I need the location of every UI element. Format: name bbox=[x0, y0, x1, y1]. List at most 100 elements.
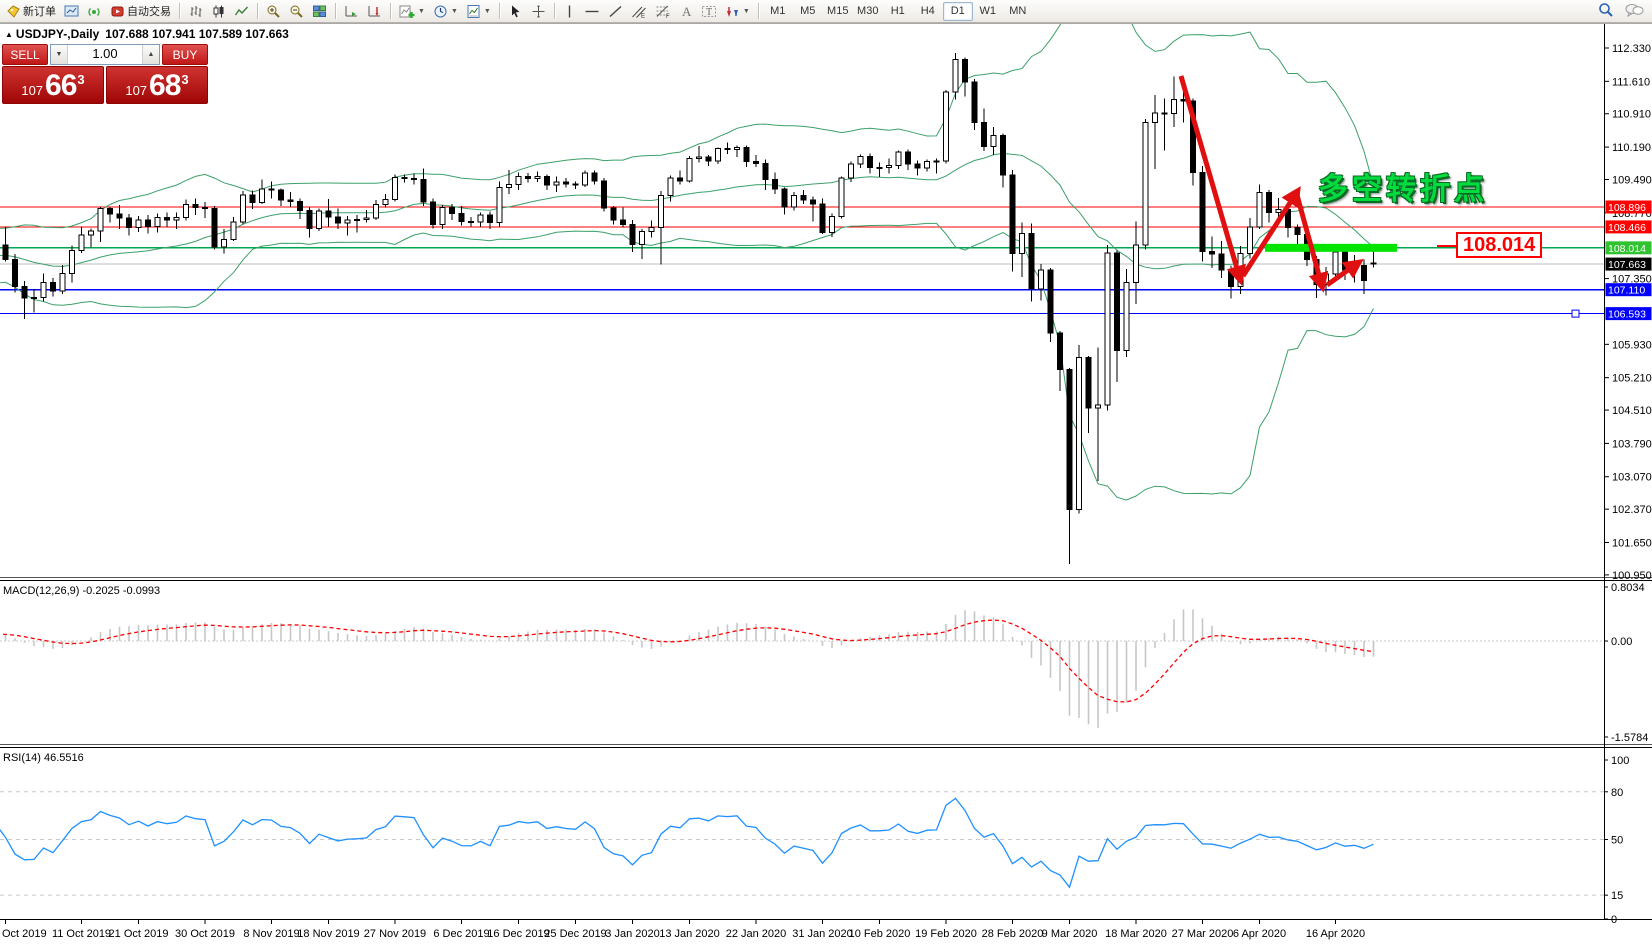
candle-body bbox=[488, 215, 493, 222]
candle-body bbox=[260, 189, 265, 202]
candle-body bbox=[839, 178, 844, 216]
candle-body bbox=[231, 222, 236, 240]
candle-body bbox=[583, 173, 588, 185]
candle-body bbox=[165, 217, 170, 220]
candle-body bbox=[184, 204, 189, 217]
candle-body bbox=[1181, 99, 1186, 101]
candle-body bbox=[41, 283, 46, 298]
candle-body bbox=[336, 217, 341, 223]
candle-body bbox=[374, 204, 379, 217]
candle-body bbox=[250, 195, 255, 203]
candle-body bbox=[345, 220, 350, 223]
date-label: 31 Jan 2020 bbox=[792, 928, 853, 940]
buy-price-box[interactable]: 107683 bbox=[106, 66, 208, 104]
price-tick-label: 103.790 bbox=[1612, 438, 1652, 450]
candle-body bbox=[1229, 270, 1234, 287]
main-chart-layer bbox=[0, 0, 1604, 564]
candle-body bbox=[668, 178, 673, 196]
volume-increase-button[interactable]: ▲ bbox=[142, 45, 159, 64]
candle-body bbox=[1077, 358, 1082, 510]
candle-body bbox=[1200, 173, 1205, 252]
candle-body bbox=[1001, 136, 1006, 175]
candle-body bbox=[1086, 358, 1091, 408]
candle-body bbox=[127, 218, 132, 228]
date-label: 27 Mar 2020 bbox=[1172, 928, 1234, 940]
rsi-layer bbox=[0, 792, 1604, 895]
rsi-value: 46.5516 bbox=[44, 752, 84, 764]
sell-price-big: 66 bbox=[45, 71, 76, 101]
candle-body bbox=[1172, 99, 1177, 113]
candle-body bbox=[934, 161, 939, 162]
candle-body bbox=[602, 181, 607, 208]
candle-body bbox=[459, 213, 464, 221]
date-label: 13 Jan 2020 bbox=[659, 928, 720, 940]
buy-button[interactable]: BUY bbox=[162, 44, 208, 65]
rsi-tick-label: 0 bbox=[1611, 914, 1617, 926]
candle-body bbox=[317, 211, 322, 229]
volume-decrease-button[interactable]: ▼ bbox=[51, 45, 68, 64]
candle-body bbox=[744, 148, 749, 162]
price-callout-label[interactable]: 108.014 bbox=[1456, 232, 1542, 258]
candle-body bbox=[89, 231, 94, 235]
collapse-triangle-icon[interactable]: ▲ bbox=[5, 30, 13, 39]
candle-body bbox=[307, 211, 312, 229]
candle-body bbox=[507, 185, 512, 188]
candle-body bbox=[972, 82, 977, 123]
candle-body bbox=[1134, 245, 1139, 283]
macd-main-value: -0.2025 bbox=[82, 585, 119, 597]
candle-body bbox=[1048, 270, 1053, 333]
candle-body bbox=[611, 208, 616, 220]
chart-canvas[interactable]: 112.330111.610110.910110.190109.490108.7… bbox=[0, 0, 1652, 947]
candle-body bbox=[735, 148, 740, 150]
price-tick-label: 105.210 bbox=[1612, 373, 1652, 385]
price-callout-leader bbox=[1437, 245, 1456, 247]
price-label-text: 108.466 bbox=[1608, 222, 1646, 234]
candle-body bbox=[1115, 253, 1120, 350]
candle-body bbox=[1010, 175, 1015, 254]
sell-price-box[interactable]: 107663 bbox=[2, 66, 104, 104]
candle-body bbox=[877, 167, 882, 168]
date-label: 25 Dec 2019 bbox=[544, 928, 606, 940]
candle-body bbox=[849, 164, 854, 178]
candle-body bbox=[811, 200, 816, 204]
candle-body bbox=[1295, 228, 1300, 235]
candle-body bbox=[630, 224, 635, 244]
price-label-text: 107.663 bbox=[1608, 259, 1646, 271]
support-zone-band bbox=[1265, 244, 1397, 252]
candle-body bbox=[963, 60, 968, 82]
macd-layer bbox=[0, 609, 1604, 728]
candle-body bbox=[1162, 113, 1167, 114]
date-label: 19 Feb 2020 bbox=[915, 928, 977, 940]
buy-price-big: 68 bbox=[149, 71, 180, 101]
date-label: 11 Oct 2019 bbox=[52, 928, 111, 940]
candle-body bbox=[155, 217, 160, 226]
candle-body bbox=[1333, 252, 1338, 274]
date-label: 18 Mar 2020 bbox=[1105, 928, 1167, 940]
candle-body bbox=[554, 182, 559, 185]
macd-tick-label: 0.00 bbox=[1611, 636, 1632, 648]
candle-body bbox=[792, 196, 797, 207]
ohlc-values: 107.688 107.941 107.589 107.663 bbox=[105, 27, 289, 41]
symbol-period-label: USDJPY-,Daily bbox=[16, 27, 99, 41]
date-label: 16 Apr 2020 bbox=[1306, 928, 1365, 940]
date-label: 30 Oct 2019 bbox=[175, 928, 235, 940]
price-tick-label: 110.910 bbox=[1612, 109, 1651, 121]
candle-body bbox=[640, 231, 645, 244]
candle-body bbox=[649, 228, 654, 232]
date-label: 21 Oct 2019 bbox=[109, 928, 169, 940]
volume-value[interactable]: 1.00 bbox=[68, 45, 142, 64]
candle-body bbox=[355, 219, 360, 220]
candle-body bbox=[269, 189, 274, 190]
sell-button[interactable]: SELL bbox=[2, 44, 48, 65]
one-click-trading-panel: SELL ▼ 1.00 ▲ BUY 107663 107683 bbox=[2, 44, 208, 104]
macd-name: MACD(12,26,9) bbox=[3, 585, 79, 597]
price-tick-label: 111.610 bbox=[1612, 76, 1650, 88]
candle-body bbox=[393, 178, 398, 200]
candle-body bbox=[1276, 210, 1281, 213]
candle-body bbox=[659, 196, 664, 228]
candle-body bbox=[412, 179, 417, 180]
candle-body bbox=[136, 220, 141, 228]
candle-body bbox=[79, 235, 84, 250]
macd-signal-line bbox=[0, 620, 1374, 702]
candle-body bbox=[203, 208, 208, 209]
